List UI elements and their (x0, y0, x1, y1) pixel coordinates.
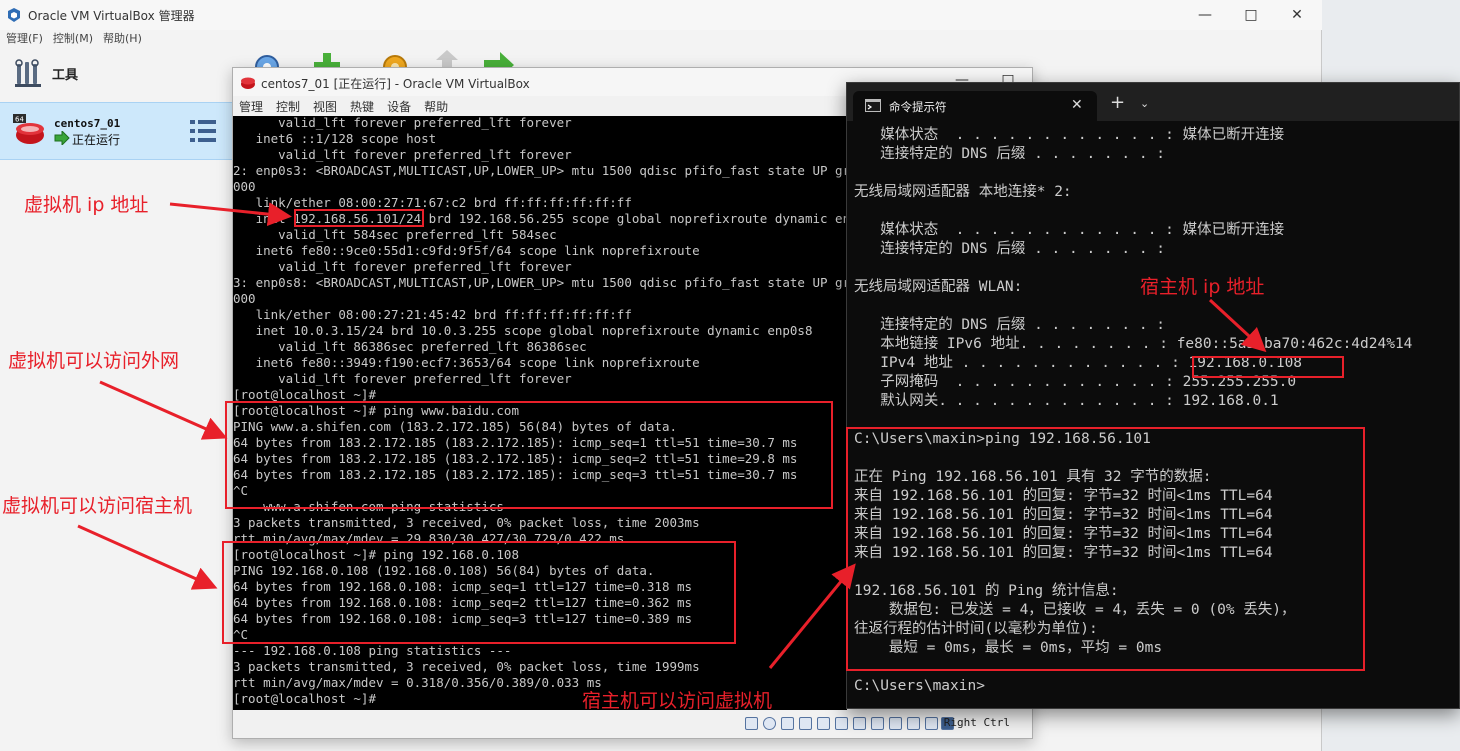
mouse-integration-icon[interactable] (907, 717, 920, 730)
console-line: inet6 fe80::3949:f190:ecf7:3653/64 scope… (233, 355, 700, 370)
terminal-line: 连接特定的 DNS 后缀 . . . . . . . : (854, 241, 1166, 257)
vm-status-bar: Right Ctrl (233, 710, 1032, 738)
maximize-button[interactable]: □ (1228, 0, 1274, 30)
console-line: valid_lft forever preferred_lft forever (233, 147, 572, 162)
terminal-line: 媒体状态 . . . . . . . . . . . . : 媒体已断开连接 (854, 127, 1285, 143)
console-line: 3 packets transmitted, 3 received, 0% pa… (233, 515, 700, 530)
console-line: inet 10.0.3.15/24 brd 10.0.3.255 scope g… (233, 323, 813, 338)
console-line: rtt min/avg/max/mdev = 0.318/0.356/0.389… (233, 675, 602, 690)
network-icon[interactable] (799, 717, 812, 730)
terminal-line: 无线局域网适配器 WLAN: (854, 279, 1023, 295)
vm-menu-help[interactable]: 帮助 (424, 98, 448, 116)
manager-title-bar: Oracle VM VirtualBox 管理器 — □ ✕ (0, 0, 1322, 30)
vm-menu-devices[interactable]: 设备 (387, 98, 411, 116)
vm-menu-hotkey[interactable]: 热键 (350, 98, 374, 116)
terminal-tab[interactable]: 命令提示符 ✕ (853, 91, 1097, 121)
vm-list-item-centos7[interactable]: 64 centos7_01 正在运行 (0, 102, 232, 160)
console-line: 3: enp0s8: <BROADCAST,MULTICAST,UP,LOWER… (233, 275, 847, 290)
close-button[interactable]: ✕ (1274, 0, 1320, 30)
keyboard-icon[interactable] (925, 717, 938, 730)
terminal-tab-bar: 命令提示符 ✕ + ⌄ (847, 83, 1459, 121)
tab-dropdown-chevron-icon[interactable]: ⌄ (1140, 97, 1149, 110)
console-line: 3 packets transmitted, 3 received, 0% pa… (233, 659, 700, 674)
vm-state: 正在运行 (72, 133, 121, 147)
virtualbox-icon (8, 8, 20, 22)
display-icon[interactable] (853, 717, 866, 730)
running-arrow-icon (54, 131, 70, 145)
console-line: link/ether 08:00:27:71:67:c2 brd ff:ff:f… (233, 195, 632, 210)
manager-sidebar: 工具 64 centos7_01 正在运行 (0, 50, 232, 751)
new-tab-plus-icon[interactable]: + (1110, 94, 1125, 112)
annotation-host-ip: 宿主机 ip 地址 (1140, 276, 1265, 298)
shared-folder-icon[interactable] (835, 717, 848, 730)
cmd-icon (865, 99, 881, 112)
annotation-vm-ip: 虚拟机 ip 地址 (24, 194, 149, 216)
vm-menu-view[interactable]: 视图 (313, 98, 337, 116)
audio-icon[interactable] (781, 717, 794, 730)
recording-icon[interactable] (871, 717, 884, 730)
menu-control[interactable]: 控制(M) (53, 30, 93, 48)
vm-menu-control[interactable]: 控制 (276, 98, 300, 116)
terminal-tab-title: 命令提示符 (889, 100, 947, 114)
terminal-line: 默认网关. . . . . . . . . . . . . : 192.168.… (854, 393, 1279, 409)
terminal-line: 连接特定的 DNS 后缀 . . . . . . . : (854, 317, 1166, 333)
ping-vm-highlight-box (846, 427, 1365, 671)
host-key-label: Right Ctrl (943, 716, 1010, 729)
menu-manage[interactable]: 管理(F) (6, 30, 43, 48)
console-line: valid_lft forever preferred_lft forever (233, 116, 572, 130)
terminal-line: C:\Users\maxin> (854, 678, 985, 694)
tools-item[interactable]: 工具 (14, 58, 78, 88)
os-64bit-badge: 64 (15, 116, 24, 124)
optical-drive-icon[interactable] (763, 717, 776, 730)
details-menu-icon[interactable] (190, 119, 216, 143)
console-line: valid_lft 86386sec preferred_lft 86386se… (233, 339, 587, 354)
console-line: inet6 fe80::9ce0:55d1:c9fd:9f5f/64 scope… (233, 243, 700, 258)
vm-window-icon (241, 77, 255, 89)
annotation-host-to-vm: 宿主机可以访问虚拟机 (582, 690, 773, 712)
console-line: valid_lft 584sec preferred_lft 584sec (233, 227, 557, 242)
vm-ip-highlight-box (294, 209, 424, 227)
annotation-vm-to-host: 虚拟机可以访问宿主机 (2, 495, 193, 517)
console-line: valid_lft forever preferred_lft forever (233, 259, 572, 274)
console-line: 000 (233, 179, 256, 194)
console-line: [root@localhost ~]# (233, 691, 376, 706)
vt-x-icon[interactable] (889, 717, 902, 730)
minimize-button[interactable]: — (1182, 0, 1228, 30)
vm-menu-bar: 管理 控制 视图 热键 设备 帮助 (233, 98, 448, 116)
terminal-line: 媒体状态 . . . . . . . . . . . . : 媒体已断开连接 (854, 222, 1285, 238)
console-line: valid_lft forever preferred_lft forever (233, 371, 572, 386)
vm-menu-manage[interactable]: 管理 (239, 98, 263, 116)
terminal-line: 本地链接 IPv6 地址. . . . . . . . : fe80::5a3:… (854, 336, 1413, 352)
manager-menu-bar: 管理(F) 控制(M) 帮助(H) (0, 30, 142, 48)
terminal-line: 连接特定的 DNS 后缀 . . . . . . . : (854, 146, 1166, 162)
tools-icon (15, 59, 41, 87)
hard-disk-icon[interactable] (745, 717, 758, 730)
menu-help[interactable]: 帮助(H) (103, 30, 142, 48)
console-line: link/ether 08:00:27:21:45:42 brd ff:ff:f… (233, 307, 632, 322)
terminal-line: 无线局域网适配器 本地连接* 2: (854, 184, 1072, 200)
console-line: 000 (233, 291, 256, 306)
vm-name: centos7_01 (54, 117, 121, 130)
console-line: 2: enp0s3: <BROADCAST,MULTICAST,UP,LOWER… (233, 163, 847, 178)
ping-host-highlight-box (222, 541, 736, 644)
host-ip-highlight-box (1192, 356, 1344, 378)
ping-internet-highlight-box (225, 401, 833, 509)
console-line: --- 192.168.0.108 ping statistics --- (233, 643, 512, 658)
usb-icon[interactable] (817, 717, 830, 730)
console-line: inet6 ::1/128 scope host (233, 131, 437, 146)
manager-title: Oracle VM VirtualBox 管理器 (28, 9, 195, 23)
annotation-vm-internet: 虚拟机可以访问外网 (8, 350, 180, 372)
centos-vm-icon: 64 (13, 114, 44, 144)
tab-close-icon[interactable]: ✕ (1071, 97, 1083, 113)
tools-label: 工具 (52, 67, 79, 83)
vm-window-title: centos7_01 [正在运行] - Oracle VM VirtualBox (261, 77, 530, 91)
